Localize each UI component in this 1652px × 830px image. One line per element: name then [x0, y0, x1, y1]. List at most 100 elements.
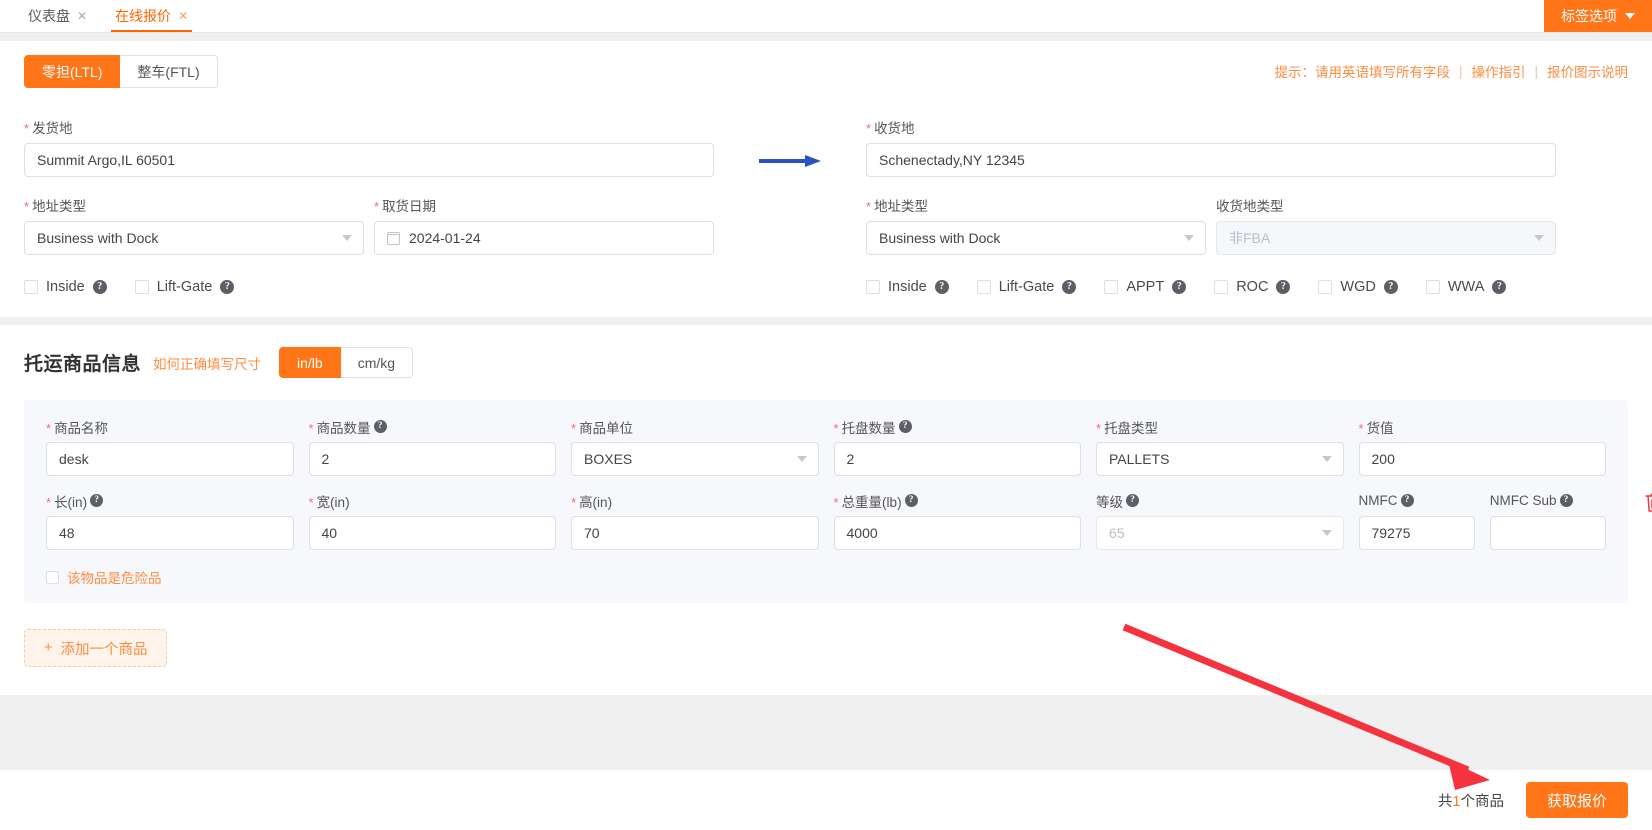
item-qty-label: * 商品数量 ?	[309, 418, 557, 435]
unit-cm-kg[interactable]: cm/kg	[341, 347, 413, 378]
help-icon[interactable]: ?	[899, 420, 912, 433]
destination-type-value: 非FBA	[1229, 228, 1270, 248]
help-icon[interactable]: ?	[1126, 494, 1139, 507]
pallet-type-select[interactable]: PALLETS	[1096, 442, 1344, 476]
help-icon[interactable]: ?	[905, 494, 918, 507]
destination-second-row: * 地址类型 Business with Dock 收货地类型 非FBA	[866, 196, 1556, 255]
item-length-input[interactable]: 48	[46, 516, 294, 550]
origin-option-liftgate-label: Lift-Gate	[157, 279, 213, 295]
required-marker: *	[309, 496, 314, 509]
link-separator: |	[1459, 64, 1463, 79]
destination-type-select[interactable]: 非FBA	[1216, 221, 1556, 255]
destination-option-roc[interactable]: ROC ?	[1214, 279, 1290, 295]
goods-item-card: * 商品名称 desk * 商品数量 ? 2 *	[24, 400, 1628, 603]
link-separator: |	[1534, 64, 1538, 79]
help-icon[interactable]: ?	[935, 280, 949, 294]
destination-option-appt[interactable]: APPT ?	[1104, 279, 1186, 295]
help-icon[interactable]: ?	[90, 494, 103, 507]
destination-option-appt-label: APPT	[1126, 279, 1164, 295]
item-weight-label: * 总重量(lb) ?	[834, 492, 1082, 509]
total-prefix: 共	[1438, 794, 1453, 810]
tab-online-quote[interactable]: 在线报价 ✕	[101, 0, 202, 32]
checkbox-icon[interactable]	[24, 280, 38, 294]
checkbox-icon[interactable]	[46, 571, 59, 584]
cargo-value-label: * 货值	[1359, 418, 1607, 435]
checkbox-icon[interactable]	[135, 280, 149, 294]
nmfc-input[interactable]: 79275	[1359, 516, 1475, 550]
item-height-label: * 高(in)	[571, 492, 819, 509]
close-icon[interactable]: ✕	[77, 10, 87, 22]
close-icon[interactable]: ✕	[178, 10, 188, 22]
tab-dashboard[interactable]: 仪表盘 ✕	[14, 0, 101, 32]
help-icon[interactable]: ?	[1492, 280, 1506, 294]
item-name-input[interactable]: desk	[46, 442, 294, 476]
item-width-input[interactable]: 40	[309, 516, 557, 550]
help-icon[interactable]: ?	[1384, 280, 1398, 294]
destination-option-liftgate[interactable]: Lift-Gate ?	[977, 279, 1077, 295]
unit-in-lb[interactable]: in/lb	[279, 347, 341, 378]
help-icon[interactable]: ?	[93, 280, 107, 294]
checkbox-icon[interactable]	[977, 280, 991, 294]
item-weight-input[interactable]: 4000	[834, 516, 1082, 550]
dimension-help-link[interactable]: 如何正确填写尺寸	[153, 353, 261, 373]
tag-options-button[interactable]: 标签选项	[1544, 0, 1652, 32]
help-icon[interactable]: ?	[374, 420, 387, 433]
required-marker: *	[309, 422, 314, 435]
origin-option-inside[interactable]: Inside ?	[24, 279, 107, 295]
item-height-input[interactable]: 70	[571, 516, 819, 550]
item-qty-value: 2	[322, 451, 330, 467]
help-icon[interactable]: ?	[220, 280, 234, 294]
checkbox-icon[interactable]	[1426, 280, 1440, 294]
item-width-value: 40	[322, 525, 338, 541]
help-icon[interactable]: ?	[1172, 280, 1186, 294]
origin-address-label: * 发货地	[24, 118, 714, 135]
checkbox-icon[interactable]	[866, 280, 880, 294]
cargo-value-input[interactable]: 200	[1359, 442, 1607, 476]
destination-address-type-label: * 地址类型	[866, 196, 1206, 213]
nmfc-value: 79275	[1372, 525, 1411, 541]
checkbox-icon[interactable]	[1104, 280, 1118, 294]
mode-tab-ftl[interactable]: 整车(FTL)	[120, 55, 217, 88]
checkbox-icon[interactable]	[1214, 280, 1228, 294]
origin-address-type-label: * 地址类型	[24, 196, 364, 213]
calendar-icon	[387, 232, 400, 245]
tab-online-quote-label: 在线报价	[115, 6, 171, 26]
goods-header: 托运商品信息 如何正确填写尺寸 in/lb cm/kg	[24, 347, 1628, 378]
pallet-qty-input[interactable]: 2	[834, 442, 1082, 476]
help-icon[interactable]: ?	[1560, 494, 1573, 507]
quote-legend-link[interactable]: 报价图示说明	[1547, 61, 1628, 81]
item-weight-value: 4000	[847, 525, 878, 541]
pickup-date-group: * 取货日期 2024-01-24	[374, 196, 714, 255]
destination-option-wgd[interactable]: WGD ?	[1318, 279, 1397, 295]
help-icon[interactable]: ?	[1062, 280, 1076, 294]
destination-address-input[interactable]: Schenectady,NY 12345	[866, 143, 1556, 177]
required-marker: *	[571, 496, 576, 509]
cargo-value-group: * 货值 200	[1359, 418, 1607, 476]
nmfc-sub-input[interactable]	[1490, 516, 1606, 550]
add-item-button[interactable]: + 添加一个商品	[24, 629, 167, 667]
trash-icon[interactable]	[1644, 491, 1652, 513]
browser-tab-bar: 仪表盘 ✕ 在线报价 ✕ 标签选项	[0, 0, 1652, 33]
tab-list: 仪表盘 ✕ 在线报价 ✕	[0, 0, 202, 32]
hazmat-row[interactable]: 该物品是危险品	[46, 567, 1606, 587]
origin-option-liftgate[interactable]: Lift-Gate ?	[135, 279, 235, 295]
item-qty-input[interactable]: 2	[309, 442, 557, 476]
help-icon[interactable]: ?	[1401, 494, 1414, 507]
get-quote-button[interactable]: 获取报价	[1526, 782, 1628, 818]
tab-dashboard-label: 仪表盘	[28, 6, 70, 26]
origin-address-type-select[interactable]: Business with Dock	[24, 221, 364, 255]
origin-address-input[interactable]: Summit Argo,IL 60501	[24, 143, 714, 177]
destination-address-type-select[interactable]: Business with Dock	[866, 221, 1206, 255]
tip-text: 提示：请用英语填写所有字段	[1274, 61, 1450, 81]
item-unit-select[interactable]: BOXES	[571, 442, 819, 476]
freight-class-select[interactable]: 65	[1096, 516, 1344, 550]
pickup-date-input[interactable]: 2024-01-24	[374, 221, 714, 255]
mode-tab-ltl[interactable]: 零担(LTL)	[24, 55, 120, 88]
destination-option-inside[interactable]: Inside ?	[866, 279, 949, 295]
destination-option-wwa[interactable]: WWA ?	[1426, 279, 1507, 295]
chevron-down-icon	[797, 456, 807, 462]
checkbox-icon[interactable]	[1318, 280, 1332, 294]
help-icon[interactable]: ?	[1276, 280, 1290, 294]
goods-title: 托运商品信息	[24, 349, 141, 376]
operation-guide-link[interactable]: 操作指引	[1471, 61, 1525, 81]
